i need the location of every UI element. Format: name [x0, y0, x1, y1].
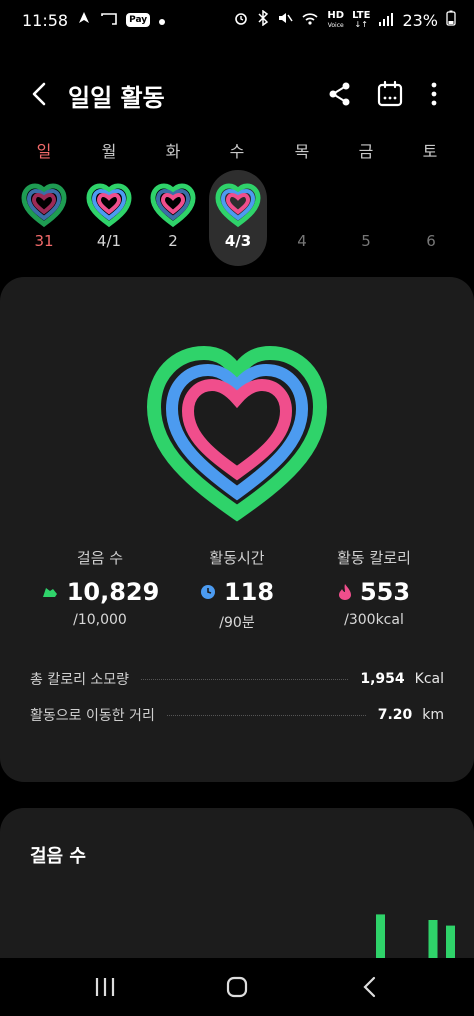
hd-text: HD [327, 9, 345, 21]
weekday-thu: 목 [294, 142, 310, 161]
weekday-sun: 일 [36, 142, 52, 161]
signal-icon [378, 11, 394, 30]
share-icon [329, 82, 350, 106]
total-calories-label: 총 칼로리 소모량 [30, 672, 130, 688]
calendar-icon [377, 80, 403, 107]
date-thu[interactable]: 4 [280, 232, 324, 250]
battery-icon [446, 10, 456, 30]
date-wed-selected[interactable]: 4/3 [216, 232, 260, 250]
weekday-tue: 화 [165, 142, 181, 161]
total-calories-unit: Kcal [414, 671, 444, 687]
alarm-icon [233, 10, 249, 30]
date-mon[interactable]: 4/1 [87, 232, 131, 250]
data-arrows-icon: ↓↑ [354, 20, 368, 29]
voice-text: Voice [327, 21, 344, 29]
dotted-leader [141, 678, 349, 680]
day-ring-wed[interactable] [213, 180, 263, 228]
shoe-icon [42, 588, 57, 597]
stat-steps-value-row: 10,829 [30, 578, 170, 606]
app-header: 일일 활동 [0, 64, 474, 124]
more-vertical-icon [431, 82, 437, 106]
back-arrow-icon [32, 82, 46, 106]
bluetooth-icon [257, 9, 269, 30]
stat-active-time-label: 활동시간 [209, 549, 265, 567]
dotted-leader [166, 714, 366, 716]
flame-icon [338, 584, 351, 600]
nav-back-button[interactable] [356, 974, 386, 1000]
stat-active-calories-label: 활동 칼로리 [337, 549, 411, 567]
cast-icon [100, 11, 118, 30]
stat-steps-value: 10,829 [66, 578, 160, 606]
steps-title: 걸음 수 [30, 846, 86, 867]
pay-badge: Pay [126, 13, 151, 27]
day-ring-sun[interactable] [19, 180, 69, 228]
home-button[interactable] [222, 974, 252, 1000]
recent-apps-button[interactable] [90, 974, 120, 1000]
system-nav-bar [0, 958, 474, 1016]
dot-indicator-icon [158, 11, 166, 30]
stat-active-calories-value: 553 [359, 578, 411, 606]
date-sun[interactable]: 31 [22, 232, 66, 250]
day-ring-tue[interactable] [148, 180, 198, 228]
date-sat[interactable]: 6 [409, 232, 453, 250]
stat-active-calories-goal: /300kcal [344, 612, 404, 628]
weekday-wed: 수 [229, 142, 245, 161]
lte-label: LTE ↓↑ [352, 11, 370, 30]
date-fri[interactable]: 5 [344, 232, 388, 250]
calendar-button[interactable] [374, 78, 406, 110]
stat-active-time-goal: /90분 [219, 615, 255, 631]
status-left: 11:58 Pay [22, 10, 166, 30]
total-calories-row: 총 칼로리 소모량 1,954 Kcal [30, 667, 444, 691]
hd-voice-label: HD Voice [327, 9, 345, 30]
home-icon [226, 976, 248, 998]
distance-label: 활동으로 이동한 거리 [30, 708, 155, 724]
activity-summary-card: 걸음 수 10,829 /10,000 활동시간 118 /90분 활동 칼로리… [0, 277, 474, 782]
activity-heart-rings [146, 345, 328, 522]
total-calories-value: 1,954 [360, 671, 405, 687]
stat-steps-goal: /10,000 [73, 612, 127, 628]
weekday-fri: 금 [358, 142, 374, 161]
stat-steps-label: 걸음 수 [76, 549, 124, 567]
date-tue[interactable]: 2 [151, 232, 195, 250]
weekday-mon: 월 [101, 142, 117, 161]
battery-level: 23% [402, 10, 438, 30]
more-options-button[interactable] [418, 78, 450, 110]
stat-active-time: 활동시간 118 /90분 [167, 547, 307, 632]
status-time: 11:58 [22, 10, 69, 30]
distance-row: 활동으로 이동한 거리 7.20 km [30, 703, 444, 727]
day-ring-mon[interactable] [84, 180, 134, 228]
notification-app-icon [76, 10, 92, 30]
stat-active-time-value-row: 118 [167, 578, 307, 606]
distance-value: 7.20 [377, 707, 413, 723]
nav-back-icon [363, 976, 376, 998]
page-title: 일일 활동 [68, 84, 165, 112]
wifi-icon [301, 10, 319, 30]
recent-apps-icon [95, 978, 115, 996]
share-button[interactable] [324, 78, 356, 110]
mute-icon [277, 10, 294, 30]
stat-active-time-value: 118 [223, 578, 275, 606]
stat-steps: 걸음 수 10,829 /10,000 [30, 547, 170, 628]
status-right: HD Voice LTE ↓↑ 23% [233, 9, 456, 30]
status-bar: 11:58 Pay HD Voice LTE ↓↑ 23% [0, 0, 474, 40]
clock-icon [200, 585, 215, 599]
distance-unit: km [422, 707, 444, 723]
date-row: 31 4/1 2 4/3 4 5 6 [0, 232, 474, 254]
weekday-sat: 토 [422, 142, 438, 161]
stat-active-calories: 활동 칼로리 553 /300kcal [304, 547, 444, 628]
back-button[interactable] [24, 78, 56, 110]
weekday-row: 일 월 화 수 목 금 토 [0, 138, 474, 166]
stat-active-calories-value-row: 553 [304, 578, 444, 606]
